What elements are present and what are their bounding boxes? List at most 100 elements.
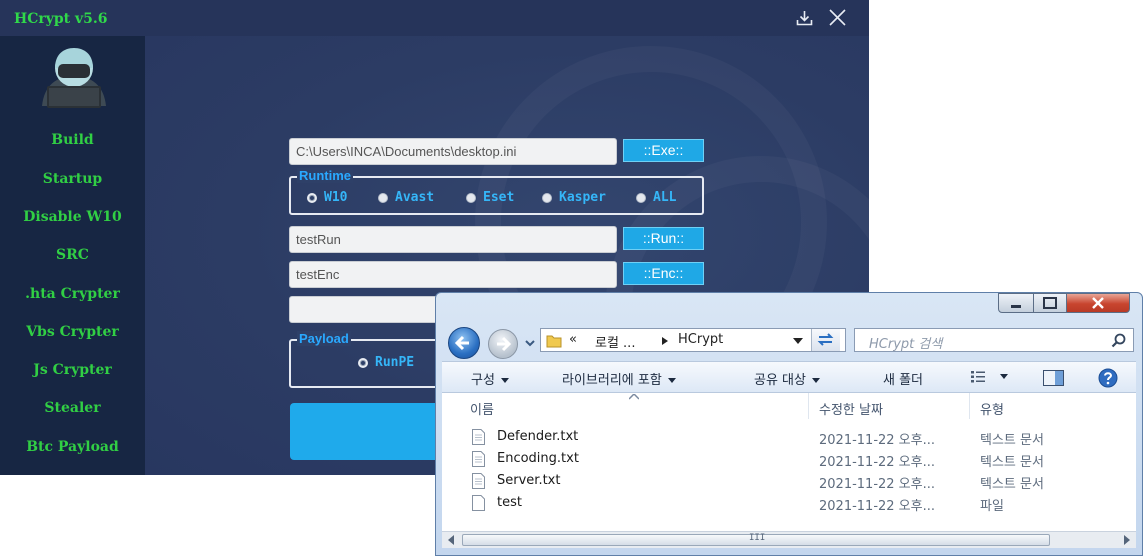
include-in-library-menu[interactable]: 라이브러리에 포함 [562, 369, 676, 388]
radio-label: Avast [395, 190, 435, 205]
file-icon [472, 495, 485, 511]
radio-label: RunPE [375, 355, 415, 370]
radio-label: Eset [483, 190, 515, 205]
radio-label: W10 [324, 190, 348, 205]
new-folder-button[interactable]: 새 폴더 [883, 369, 923, 388]
nav-startup[interactable]: Startup [0, 171, 145, 187]
text-file-icon [472, 429, 485, 445]
maximize-icon [1043, 297, 1057, 309]
radio-icon [542, 192, 552, 203]
breadcrumb-separator-icon [662, 337, 668, 345]
back-button[interactable] [448, 327, 480, 359]
runtime-group: Runtime W10 Avast Eset Kasper ALL [289, 168, 704, 215]
file-date: 2021-11-22 오후... [819, 499, 935, 514]
minimize-icon [1011, 305, 1021, 308]
file-row[interactable]: Defender.txt 2021-11-22 오후... 텍스트 문서 [442, 426, 1136, 448]
radio-w10[interactable]: W10 [307, 190, 347, 205]
folder-icon [546, 335, 562, 348]
address-dropdown-icon[interactable] [793, 338, 803, 344]
breadcrumb-overflow[interactable]: « [569, 332, 577, 347]
help-icon[interactable] [1098, 368, 1118, 388]
column-header-name[interactable]: 이름 [470, 399, 494, 418]
exe-path-input[interactable]: C:\Users\INCA\Documents\desktop.ini [289, 138, 617, 165]
explorer-window: « 로컬 ... HCrypt HCrypt 검색 구성 라이브러리에 포함 공… [435, 292, 1143, 556]
radio-selected-icon [307, 192, 317, 203]
radio-runpe[interactable]: RunPE [358, 355, 414, 370]
refresh-button[interactable] [811, 329, 840, 351]
maximize-button[interactable] [1033, 293, 1067, 313]
view-list-icon [971, 370, 985, 382]
radio-all[interactable]: ALL [636, 190, 676, 205]
radio-avast[interactable]: Avast [378, 190, 434, 205]
text-file-icon [472, 451, 485, 467]
enc-input[interactable]: testEnc [289, 261, 617, 288]
radio-eset[interactable]: Eset [466, 190, 514, 205]
nav-stealer[interactable]: Stealer [0, 400, 145, 416]
organize-label: 구성 [471, 373, 495, 388]
nav-src[interactable]: SRC [0, 247, 145, 263]
exe-button[interactable]: ::Exe:: [623, 139, 704, 162]
chevron-down-icon[interactable] [523, 336, 537, 350]
nav-disable-w10[interactable]: Disable W10 [0, 209, 145, 225]
radio-label: ALL [653, 190, 677, 205]
app-title: HCrypt v5.6 [14, 11, 108, 27]
chevron-down-icon [667, 378, 676, 383]
nav-hta-crypter[interactable]: .hta Crypter [0, 286, 145, 302]
hcrypt-titlebar: HCrypt v5.6 [0, 0, 869, 36]
file-type: 파일 [980, 499, 1004, 514]
horizontal-scrollbar[interactable]: III [442, 531, 1136, 548]
nav-build[interactable]: Build [0, 132, 145, 148]
close-icon[interactable] [829, 9, 846, 26]
radio-kasper[interactable]: Kasper [542, 190, 606, 205]
text-file-icon [472, 473, 485, 489]
column-header-date[interactable]: 수정한 날짜 [819, 399, 883, 418]
forward-button[interactable] [488, 329, 518, 359]
nav-btc-payload[interactable]: Btc Payload [0, 439, 145, 455]
scroll-left-icon[interactable] [447, 535, 455, 545]
run-button[interactable]: ::Run:: [623, 227, 704, 250]
command-bar: 구성 라이브러리에 포함 공유 대상 새 폴더 [442, 361, 1136, 393]
address-bar[interactable]: « 로컬 ... HCrypt [540, 328, 846, 352]
refresh-icon [817, 333, 834, 346]
scroll-right-icon[interactable] [1123, 535, 1131, 545]
nav-vbs-crypter[interactable]: Vbs Crypter [0, 324, 145, 340]
arrow-right-icon [497, 336, 512, 352]
file-date: 2021-11-22 오후... [819, 477, 935, 492]
preview-pane-icon[interactable] [1043, 370, 1064, 386]
file-row[interactable]: Encoding.txt 2021-11-22 오후... 텍스트 문서 [442, 448, 1136, 470]
column-header-type[interactable]: 유형 [980, 399, 1004, 418]
file-list: 이름 수정한 날짜 유형 Defender.txt 2021-11-22 오후.… [442, 393, 1136, 531]
download-icon[interactable] [796, 10, 813, 26]
chevron-down-icon [1000, 374, 1008, 379]
enc-button[interactable]: ::Enc:: [623, 262, 704, 285]
file-name: Encoding.txt [497, 451, 579, 466]
scrollbar-thumb[interactable]: III [462, 533, 1050, 546]
close-icon [1092, 297, 1104, 309]
arrow-left-icon [454, 335, 469, 351]
column-divider [969, 393, 970, 419]
breadcrumb-parent[interactable]: 로컬 ... [595, 332, 635, 351]
column-divider [808, 393, 809, 419]
search-icon[interactable] [1111, 333, 1126, 348]
run-input[interactable]: testRun [289, 226, 617, 253]
file-row[interactable]: Server.txt 2021-11-22 오후... 텍스트 문서 [442, 470, 1136, 492]
chevron-down-icon [500, 378, 509, 383]
file-row[interactable]: test 2021-11-22 오후... 파일 [442, 492, 1136, 514]
runtime-legend: Runtime [297, 168, 353, 183]
search-input[interactable]: HCrypt 검색 [854, 328, 1134, 352]
share-with-menu[interactable]: 공유 대상 [754, 369, 820, 388]
close-window-button[interactable] [1066, 293, 1130, 313]
breadcrumb-current[interactable]: HCrypt [678, 332, 723, 347]
file-name: Server.txt [497, 473, 561, 488]
minimize-button[interactable] [998, 293, 1034, 313]
file-date: 2021-11-22 오후... [819, 455, 935, 470]
build-button[interactable] [290, 403, 440, 460]
nav-js-crypter[interactable]: Js Crypter [0, 362, 145, 378]
file-name: Defender.txt [497, 429, 579, 444]
chevron-down-icon [811, 378, 820, 383]
sort-indicator-icon [629, 394, 639, 400]
organize-menu[interactable]: 구성 [471, 369, 509, 388]
file-date: 2021-11-22 오후... [819, 433, 935, 448]
share-with-label: 공유 대상 [754, 373, 806, 388]
view-options-button[interactable] [970, 369, 1008, 384]
